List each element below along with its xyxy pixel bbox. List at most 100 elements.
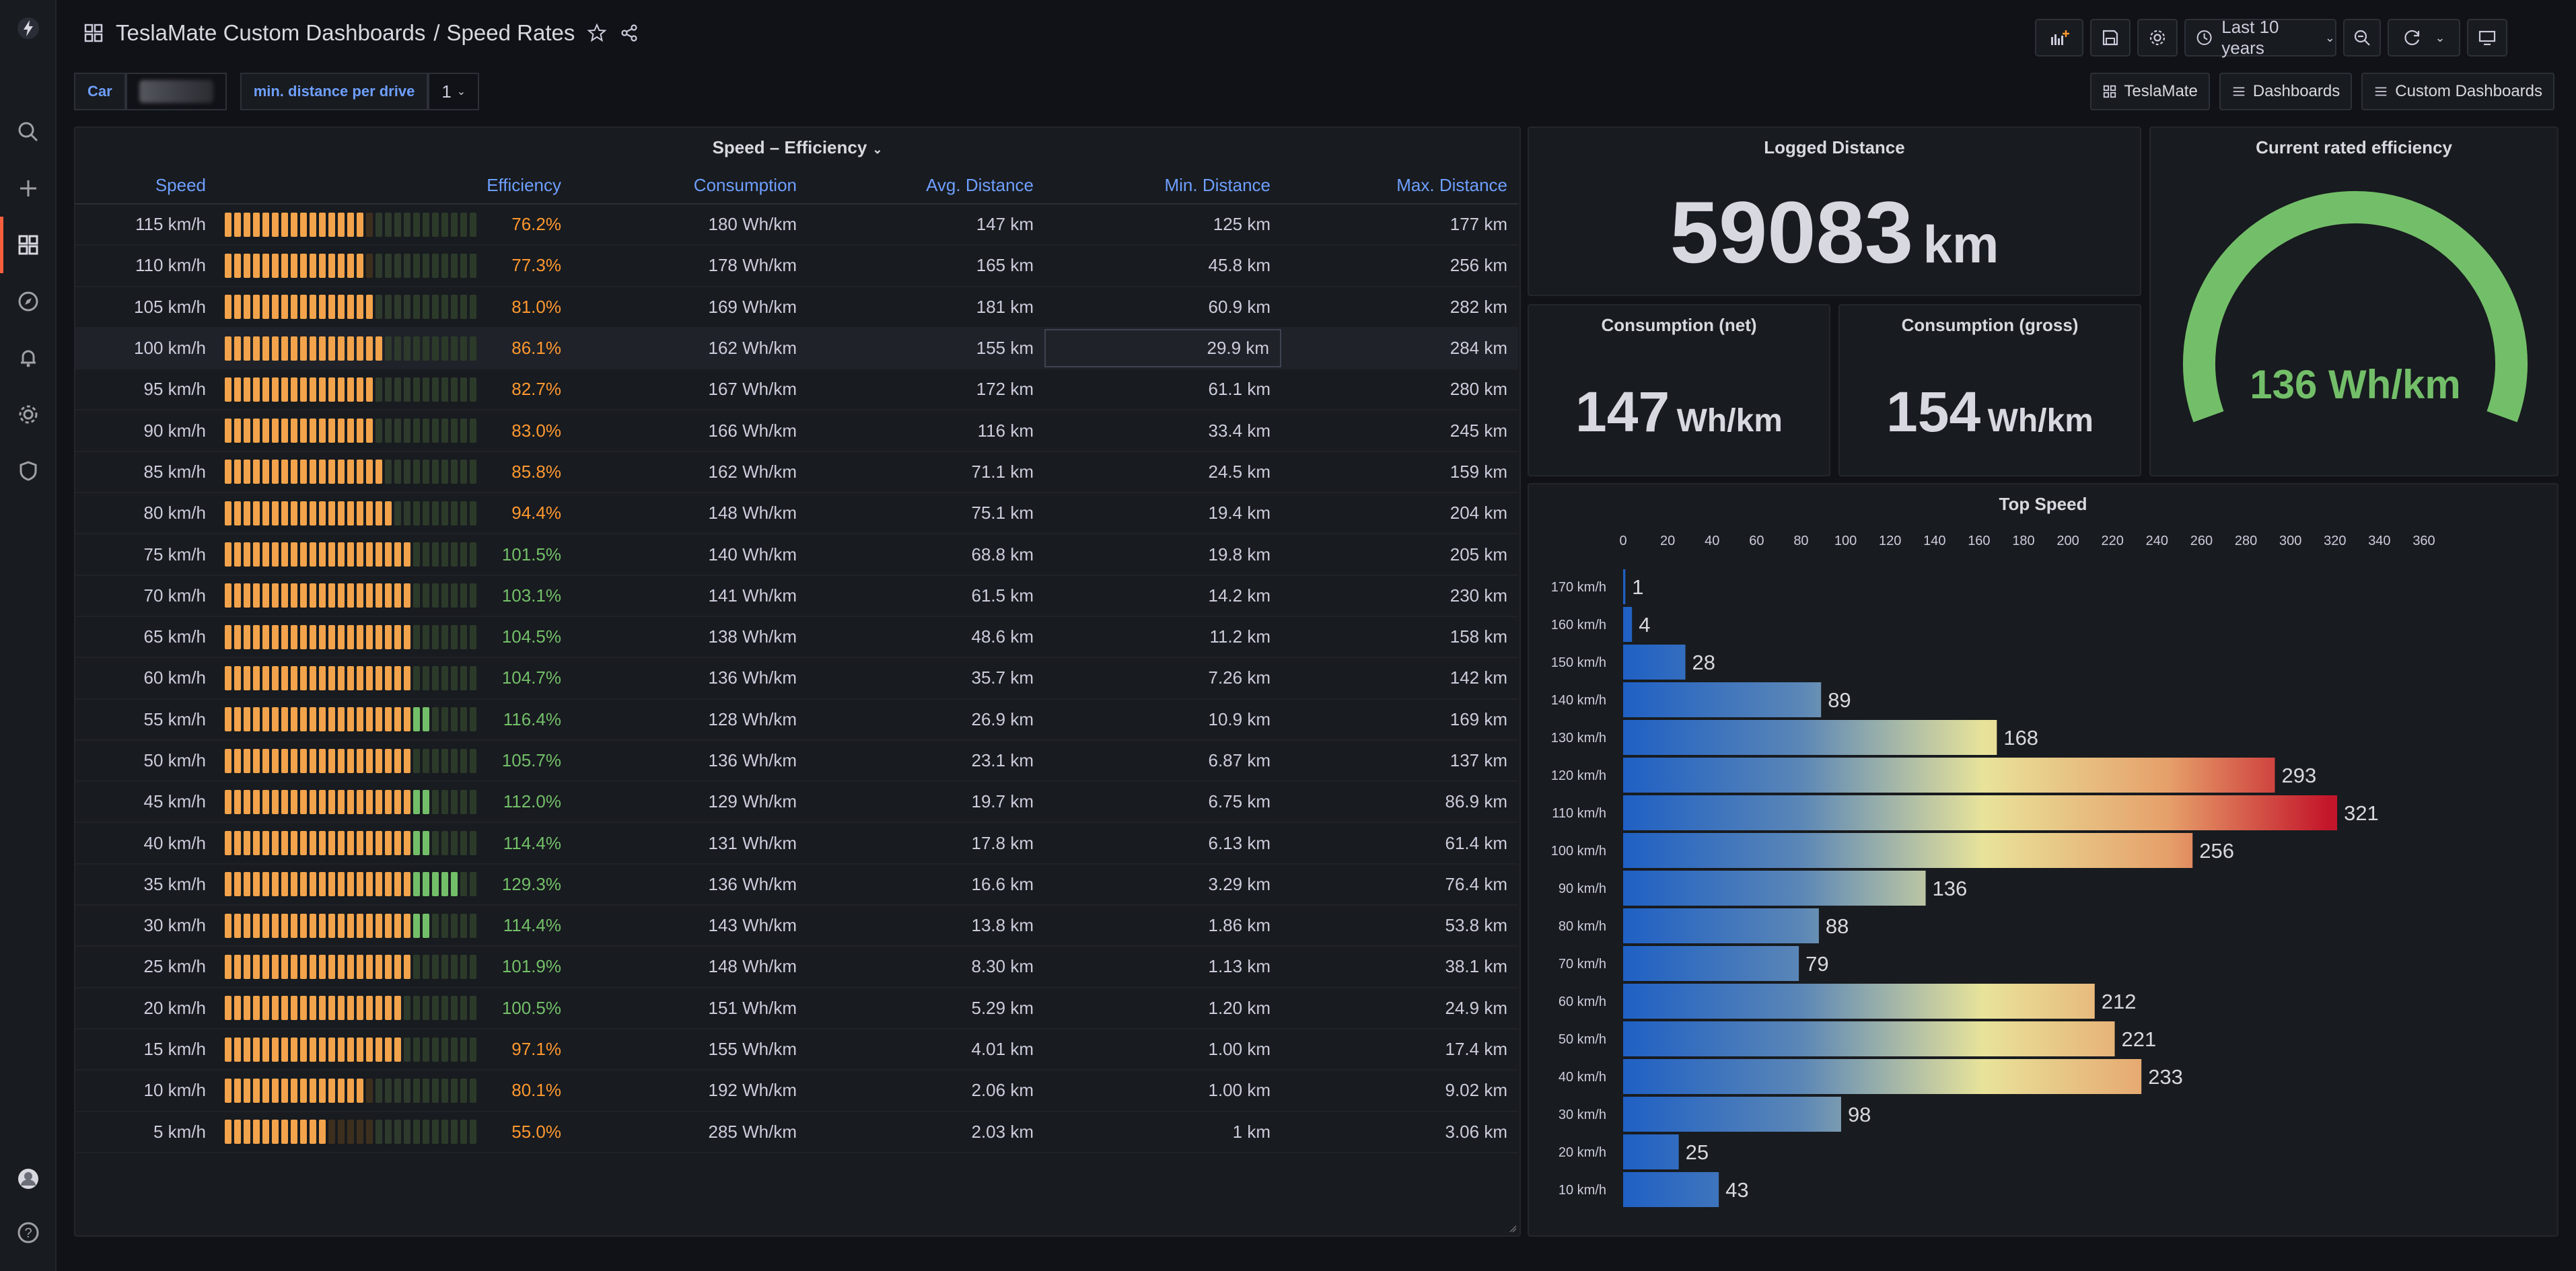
panel-title[interactable]: Consumption (gross)	[1840, 315, 2140, 336]
bar-value-label: 4	[1639, 613, 1650, 637]
gauge-segment	[404, 583, 410, 608]
link-label: TeslaMate	[2124, 82, 2198, 100]
grafana-logo[interactable]	[0, 0, 57, 57]
link-dashboards[interactable]: Dashboards	[2219, 73, 2353, 110]
tv-mode-button[interactable]	[2467, 19, 2507, 57]
panel-title[interactable]: Current rated efficiency	[2151, 137, 2557, 158]
table-row[interactable]: 75 km/h 101.5% 140 Wh/km 68.8 km 19.8 km 205 …	[75, 534, 1518, 576]
nav-alerting[interactable]	[0, 330, 57, 386]
table-row[interactable]: 70 km/h 103.1% 141 Wh/km 61.5 km 14.2 km 230 …	[75, 576, 1518, 617]
table-row[interactable]: 95 km/h 82.7% 167 Wh/km 172 km 61.1 km 280 km	[75, 369, 1518, 411]
cell-speed: 10 km/h	[143, 1080, 207, 1101]
bar[interactable]	[1623, 908, 1819, 943]
grafana-app: ? TeslaMate Custom Dashboards / Speed Ra…	[0, 0, 2576, 1271]
table-row[interactable]: 110 km/h 77.3% 178 Wh/km 165 km 45.8 km 256 k…	[75, 246, 1518, 287]
nav-create[interactable]	[0, 160, 57, 217]
gauge-segment	[460, 789, 467, 814]
share-icon[interactable]	[619, 23, 639, 43]
col-avg-distance[interactable]: Avg. Distance	[808, 175, 1044, 196]
resize-handle-icon[interactable]	[1509, 1225, 1517, 1233]
col-consumption[interactable]: Consumption	[572, 175, 808, 196]
car-variable-select[interactable]	[125, 73, 227, 110]
zoom-out-button[interactable]	[2343, 19, 2381, 57]
gauge-segment	[225, 501, 231, 525]
bar[interactable]	[1623, 795, 2338, 830]
gauge-segment	[366, 913, 373, 938]
col-speed[interactable]: Speed	[75, 175, 217, 196]
bar[interactable]	[1623, 682, 1822, 717]
table-row[interactable]: 10 km/h 80.1% 192 Wh/km 2.06 km 1.00 km 9.02 …	[75, 1070, 1518, 1112]
efficiency-value: 101.9%	[501, 956, 561, 977]
table-row[interactable]: 30 km/h 114.4% 143 Wh/km 13.8 km 1.86 km 53.8…	[75, 906, 1518, 947]
table-row[interactable]: 80 km/h 94.4% 148 Wh/km 75.1 km 19.4 km 204 k…	[75, 493, 1518, 535]
x-tick-label: 60	[1749, 534, 1764, 548]
bar[interactable]	[1623, 720, 1997, 755]
bar[interactable]	[1623, 569, 1626, 604]
col-min-distance[interactable]: Min. Distance	[1044, 175, 1281, 196]
panel-title[interactable]: Logged Distance	[1529, 137, 2140, 158]
table-row[interactable]: 100 km/h 86.1% 162 Wh/km 155 km 29.9 km 284 k…	[75, 328, 1518, 370]
bar[interactable]	[1623, 946, 1799, 981]
dashboard-settings-button[interactable]	[2137, 19, 2178, 57]
dashboard-title[interactable]: Speed Rates	[447, 20, 575, 46]
table-row[interactable]: 40 km/h 114.4% 131 Wh/km 17.8 km 6.13 km 61.4…	[75, 823, 1518, 865]
table-row[interactable]: 50 km/h 105.7% 136 Wh/km 23.1 km 6.87 km 137 …	[75, 741, 1518, 783]
bar[interactable]	[1623, 1021, 2115, 1056]
gauge-segment	[423, 872, 429, 897]
panel-title[interactable]: Consumption (net)	[1529, 315, 1829, 336]
gauge-segment	[300, 954, 307, 979]
table-row[interactable]: 85 km/h 85.8% 162 Wh/km 71.1 km 24.5 km 159 k…	[75, 452, 1518, 494]
bar[interactable]	[1623, 1134, 1679, 1169]
refresh-button[interactable]: ⌄	[2388, 19, 2460, 57]
gauge-segment	[470, 501, 476, 525]
table-row[interactable]: 45 km/h 112.0% 129 Wh/km 19.7 km 6.75 km 86.9…	[75, 782, 1518, 824]
bar[interactable]	[1623, 984, 2095, 1019]
table-row[interactable]: 35 km/h 129.3% 136 Wh/km 16.6 km 3.29 km 76.4…	[75, 865, 1518, 906]
table-row[interactable]: 20 km/h 100.5% 151 Wh/km 5.29 km 1.20 km 24.9…	[75, 988, 1518, 1029]
breadcrumb-folder[interactable]: TeslaMate Custom Dashboards	[116, 20, 425, 46]
table-row[interactable]: 25 km/h 101.9% 148 Wh/km 8.30 km 1.13 km 38.1…	[75, 947, 1518, 988]
save-dashboard-button[interactable]	[2090, 19, 2131, 57]
bar[interactable]	[1623, 871, 1926, 906]
col-max-distance[interactable]: Max. Distance	[1281, 175, 1518, 196]
table-row[interactable]: 65 km/h 104.5% 138 Wh/km 48.6 km 11.2 km 158 …	[75, 617, 1518, 659]
nav-configuration[interactable]	[0, 386, 57, 443]
panel-title[interactable]: Top Speed	[1529, 494, 2557, 515]
table-row[interactable]: 55 km/h 116.4% 128 Wh/km 26.9 km 10.9 km 169 …	[75, 700, 1518, 741]
bar[interactable]	[1623, 1059, 2142, 1094]
nav-explore[interactable]	[0, 273, 57, 330]
table-row[interactable]: 15 km/h 97.1% 155 Wh/km 4.01 km 1.00 km 17.4 …	[75, 1029, 1518, 1071]
min-distance-variable-select[interactable]: 1 ⌄	[428, 73, 480, 110]
link-teslamate[interactable]: TeslaMate	[2090, 73, 2210, 110]
table-row[interactable]: 105 km/h 81.0% 169 Wh/km 181 km 60.9 km 282 k…	[75, 287, 1518, 328]
gauge-segment	[357, 665, 363, 690]
gauge-segment	[347, 212, 354, 237]
bar[interactable]	[1623, 833, 2193, 868]
table-row[interactable]: 90 km/h 83.0% 166 Wh/km 116 km 33.4 km 245 km	[75, 410, 1518, 452]
star-icon[interactable]	[587, 23, 607, 43]
nav-dashboards[interactable]	[0, 217, 57, 273]
bar[interactable]	[1623, 607, 1633, 642]
panel-title[interactable]: Speed – Efficiency ⌄	[75, 137, 1519, 158]
time-range-picker[interactable]: Last 10 years ⌄	[2184, 17, 2336, 58]
gauge-segment	[225, 583, 231, 608]
col-efficiency[interactable]: Efficiency	[217, 175, 572, 196]
bar[interactable]	[1623, 1172, 1719, 1207]
gauge-segment	[291, 501, 297, 525]
link-custom-dashboards[interactable]: Custom Dashboards	[2361, 73, 2554, 110]
bar[interactable]	[1623, 645, 1686, 680]
table-row[interactable]: 5 km/h 55.0% 285 Wh/km 2.03 km 1 km 3.06 km	[75, 1112, 1518, 1153]
gauge-segment	[460, 954, 467, 979]
table-row[interactable]: 115 km/h 76.2% 180 Wh/km 147 km 125 km 177 km	[75, 205, 1518, 246]
gauge-segment	[225, 665, 231, 690]
gauge-segment	[319, 913, 326, 938]
cell-avg-distance: 116 km	[977, 420, 1034, 441]
bar[interactable]	[1623, 1097, 1841, 1132]
nav-server-admin[interactable]	[0, 443, 57, 499]
nav-help[interactable]: ?	[0, 1204, 57, 1261]
nav-profile[interactable]	[0, 1151, 57, 1207]
bar[interactable]	[1623, 758, 2275, 793]
table-row[interactable]: 60 km/h 104.7% 136 Wh/km 35.7 km 7.26 km 142 …	[75, 658, 1518, 700]
add-panel-button[interactable]	[2035, 19, 2083, 57]
nav-search[interactable]	[0, 104, 57, 160]
